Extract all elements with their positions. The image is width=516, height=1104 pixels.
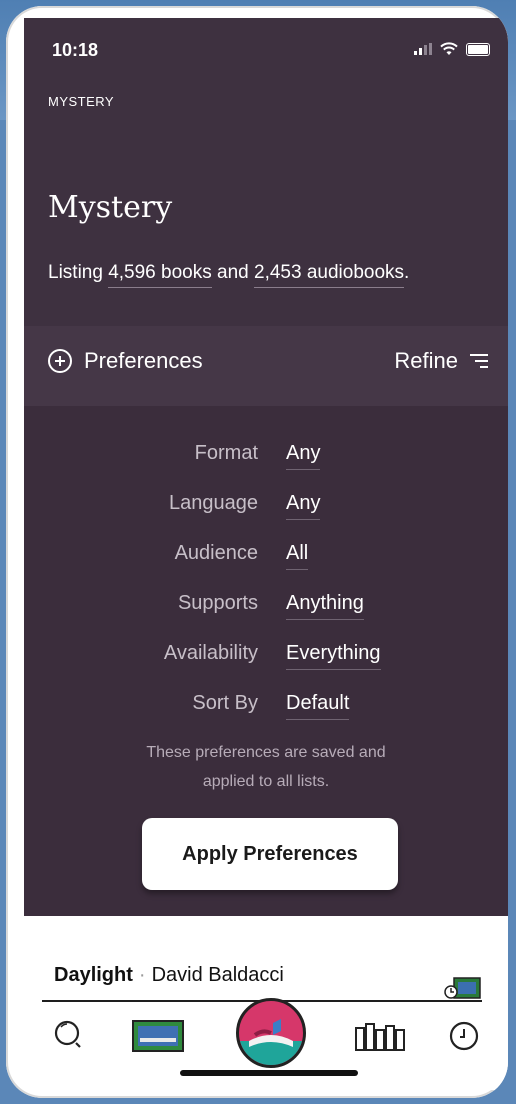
status-icons [414,42,490,56]
battery-icon [466,42,490,56]
pref-value[interactable]: Any [286,442,321,470]
pref-label: Supports [177,592,258,614]
screen: 10:18 MYSTERY Mystery Listing 4,596 book… [24,18,508,1090]
plus-circle-icon [48,349,72,373]
listing-summary: Listing 4,596 books and 2,453 audiobooks… [48,262,410,288]
phone-frame: 10:18 MYSTERY Mystery Listing 4,596 book… [6,6,508,1098]
pref-label: Availability [163,642,258,664]
listing-prefix: Listing [48,262,103,283]
listing-and: and [217,262,249,283]
home-indicator [180,1070,358,1076]
pref-row-format[interactable]: Format Any [24,434,508,474]
wifi-icon [440,42,458,55]
apply-preferences-button[interactable]: Apply Preferences [142,818,398,890]
audiobooks-link[interactable]: 2,453 audiobooks [254,262,405,288]
refine-label: Refine [394,348,458,373]
now-playing-title: Daylight [54,964,133,986]
pref-value[interactable]: Any [286,492,321,520]
signal-icon [414,43,432,55]
pref-row-language[interactable]: Language Any [24,484,508,524]
pref-label: Language [169,492,258,514]
pref-value[interactable]: Default [286,692,350,720]
now-playing[interactable]: Daylight · David Baldacci [54,964,284,987]
breadcrumb: MYSTERY [48,94,115,109]
preferences-note: These preferences are saved and applied … [24,738,508,796]
pref-row-supports[interactable]: Supports Anything [24,584,508,624]
timeline-icon[interactable] [448,1020,480,1052]
pref-label: Format [194,442,258,464]
pref-value[interactable]: All [286,542,309,570]
note-line: These preferences are saved and [146,744,386,761]
pref-label: Sort By [192,692,258,714]
note-line: applied to all lists. [202,773,330,790]
pref-row-audience[interactable]: Audience All [24,534,508,574]
libby-home-button[interactable] [236,998,306,1068]
page-title: Mystery [48,190,173,225]
filter-icon [470,354,488,368]
loan-timer-icon[interactable] [440,976,484,1000]
library-card-icon[interactable] [132,1020,184,1052]
now-playing-author: David Baldacci [151,964,284,986]
search-icon[interactable] [52,1018,86,1052]
libby-home-icon [239,1019,303,1065]
pref-row-availability[interactable]: Availability Everything [24,634,508,674]
pref-row-sort-by[interactable]: Sort By Default [24,684,508,724]
now-playing-separator: · [138,964,146,986]
pref-value[interactable]: Everything [286,642,381,670]
preferences-toggle[interactable]: Preferences [48,348,203,374]
status-time: 10:18 [52,40,99,60]
listing-period: . [404,262,410,283]
refine-button[interactable]: Refine [394,348,488,374]
pref-value[interactable]: Anything [286,592,364,620]
pref-label: Audience [174,542,258,564]
shelf-icon[interactable] [354,1022,406,1052]
preferences-label: Preferences [84,348,203,373]
books-link[interactable]: 4,596 books [108,262,212,288]
